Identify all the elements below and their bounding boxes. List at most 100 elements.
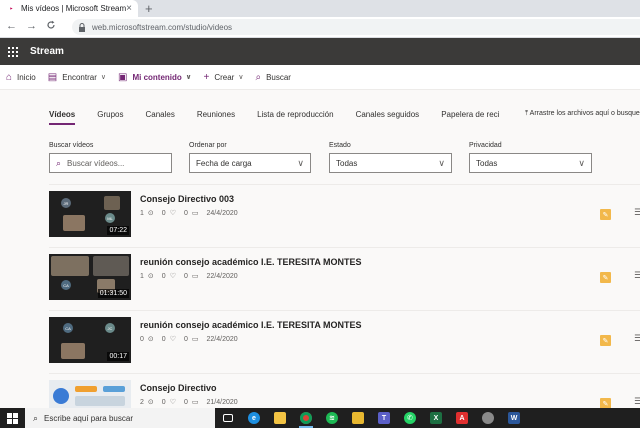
participant-video [104,196,120,210]
video-row[interactable]: Consejo Directivo 2 ⊙ 0 ♡ 0 ▭ 21/4/2020 ✎ ☰ [49,373,640,408]
task-view-icon[interactable] [215,408,241,428]
file-explorer-icon[interactable] [267,408,293,428]
chevron-down-icon: ∨ [100,74,106,81]
windows-taskbar: ⌕ Escribe aquí para buscar e ≋ T ✆ X A W [0,408,640,428]
meeting-recording-badge-icon: ✎ [600,398,611,408]
search-input[interactable] [67,158,168,168]
details-icon[interactable]: ☰ [634,333,640,344]
video-row[interactable]: JR ML 07:22 Consejo Directivo 003 1 ⊙ 0 ♡ … [49,184,640,247]
search-icon: ⌕ [33,412,39,423]
nav-my-content[interactable]: ▣ Mi contenido ∨ [118,72,191,83]
comment-icon: ▭ [191,399,199,406]
views-icon: ⊙ [147,336,154,343]
order-dropdown[interactable]: Fecha de carga ∨ [189,153,311,173]
nav-search[interactable]: ⌕ Buscar [255,72,291,83]
video-list: JR ML 07:22 Consejo Directivo 003 1 ⊙ 0 ♡ … [49,184,640,408]
nav-search-label: Buscar [266,72,291,82]
spotify-icon[interactable]: ≋ [319,408,345,428]
chrome-icon[interactable] [293,408,319,428]
video-meta: 1 ⊙ 0 ♡ 0 ▭ 22/4/2020 [140,272,242,281]
privacy-dropdown[interactable]: Todas ∨ [469,153,592,173]
excel-icon[interactable]: X [423,408,449,428]
reload-button[interactable] [46,20,56,33]
video-title[interactable]: reunión consejo académico I.E. TERESITA … [140,320,362,330]
forward-button[interactable]: → [26,20,37,32]
tab-groups[interactable]: Grupos [97,110,123,119]
nav-find[interactable]: ▤ Encontrar ∨ [48,72,106,83]
reload-icon [47,20,55,29]
tab-videos[interactable]: Vídeos [49,110,76,125]
start-button[interactable] [0,408,25,428]
video-row[interactable]: CA JC 00:17 reunión consejo académico I.… [49,310,640,373]
video-thumbnail[interactable]: CA JC 00:17 [49,317,131,363]
nav-home[interactable]: ⌂ Inicio [6,72,36,83]
details-icon[interactable]: ☰ [634,207,640,218]
find-icon: ▤ [47,71,58,83]
word-icon[interactable]: W [501,408,527,428]
command-bar: ⌂ Inicio ▤ Encontrar ∨ ▣ Mi contenido ∨ … [0,65,640,90]
new-tab-button[interactable]: + [145,1,153,16]
app-name[interactable]: Stream [30,46,64,57]
edge-icon[interactable]: e [241,408,267,428]
details-icon[interactable]: ☰ [634,270,640,281]
video-row[interactable]: CA 01:31:50 reunión consejo académico I.… [49,247,640,310]
taskbar-search-text: Escribe aquí para buscar [44,413,133,423]
video-meta: 2 ⊙ 0 ♡ 0 ▭ 21/4/2020 [140,398,242,407]
tab-recycle-bin[interactable]: Papelera de reci [441,110,499,119]
tab-followed-channels[interactable]: Canales seguidos [356,110,420,119]
stream-favicon-icon [10,7,13,10]
photos-icon[interactable] [345,408,371,428]
like-count: 0 [161,209,166,217]
meeting-recording-badge-icon: ✎ [600,209,611,220]
url-text: web.microsoftstream.com/studio/videos [92,22,233,32]
app-header: Stream [0,38,640,65]
comment-icon: ▭ [191,336,199,343]
tab-close-icon[interactable]: × [126,3,132,14]
video-duration: 01:31:50 [97,289,129,298]
state-value: Todas [336,158,358,168]
comment-icon: ▭ [191,210,199,217]
like-count: 0 [161,272,166,280]
back-button[interactable]: ← [6,20,17,32]
address-bar[interactable]: web.microsoftstream.com/studio/videos [72,19,640,35]
taskbar-search[interactable]: ⌕ Escribe aquí para buscar [25,408,215,428]
view-count: 1 [140,209,144,217]
browser-tab[interactable]: Mis vídeos | Microsoft Stream × [0,0,138,17]
tab-meetings[interactable]: Reuniones [197,110,235,119]
browser-toolbar: ← → web.microsoftstream.com/studio/video… [0,17,640,38]
like-count: 0 [161,335,166,343]
order-value: Fecha de carga [196,158,252,168]
video-title[interactable]: reunión consejo académico I.E. TERESITA … [140,257,362,267]
main-content: Vídeos Grupos Canales Reuniones Lista de… [0,90,640,408]
my-content-icon: ▣ [118,71,128,83]
whatsapp-icon[interactable]: ✆ [397,408,423,428]
chevron-down-icon: ∨ [438,157,445,168]
network-icon[interactable] [475,408,501,428]
participant-avatar: JR [61,198,71,208]
video-title[interactable]: Consejo Directivo [140,383,217,393]
lock-icon [79,22,85,32]
search-icon: ⌕ [255,71,262,83]
tab-channels[interactable]: Canales [145,110,174,119]
comment-count: 0 [183,272,188,280]
video-thumbnail[interactable]: CA 01:31:50 [49,254,131,300]
upload-drop-hint[interactable]: ⤒ Arrastre los archivos aquí o busque [525,110,640,118]
video-thumbnail[interactable]: JR ML 07:22 [49,191,131,237]
video-title[interactable]: Consejo Directivo 003 [140,194,234,204]
teams-icon[interactable]: T [371,408,397,428]
tab-playlists[interactable]: Lista de reproducción [257,110,334,119]
video-thumbnail[interactable] [49,380,131,408]
participant-avatar: CA [63,323,73,333]
upload-date: 22/4/2020 [206,272,238,280]
acrobat-icon[interactable]: A [449,408,475,428]
chevron-down-icon: ∨ [578,157,585,168]
details-icon[interactable]: ☰ [634,396,640,407]
meeting-recording-badge-icon: ✎ [600,272,611,283]
search-field[interactable]: ⌕ [49,153,172,173]
pivot-tabs: Vídeos Grupos Canales Reuniones Lista de… [49,110,521,125]
app-launcher-icon[interactable] [8,46,18,57]
heart-icon: ♡ [169,273,176,280]
state-dropdown[interactable]: Todas ∨ [329,153,452,173]
nav-create[interactable]: + Crear ∨ [203,72,243,83]
upload-drop-hint-text: Arrastre los archivos aquí o busque [529,110,640,117]
